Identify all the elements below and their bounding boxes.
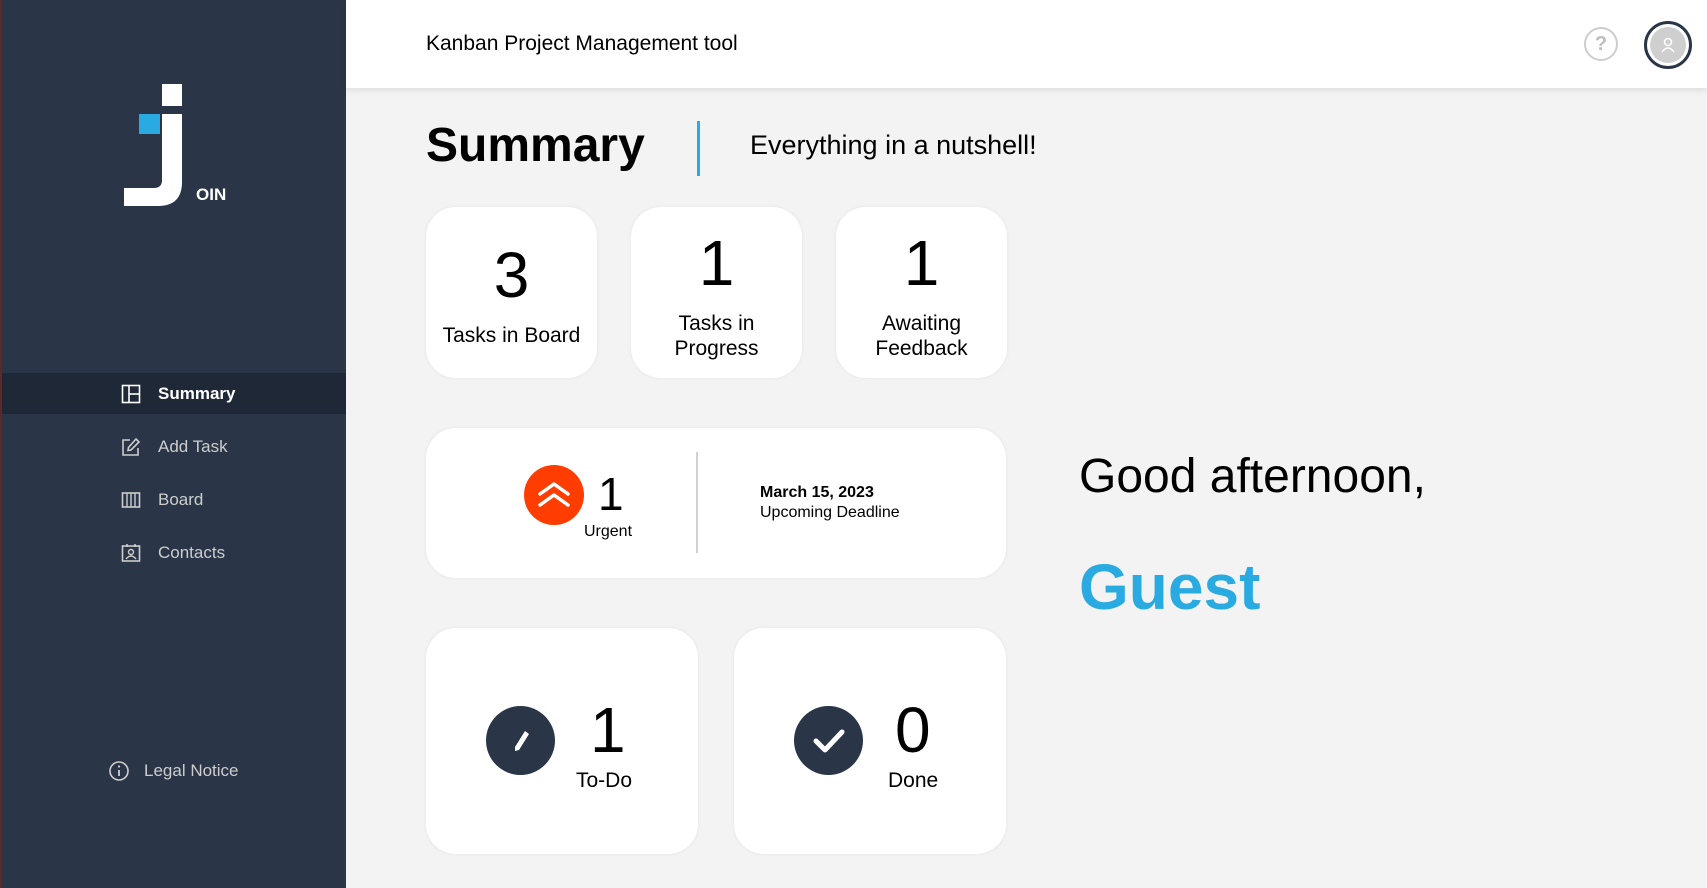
- urgent-label: Urgent: [584, 523, 633, 540]
- contacts-icon: [120, 542, 142, 564]
- sidebar-item-summary[interactable]: Summary: [2, 373, 346, 414]
- done-card[interactable]: 0 Done: [734, 628, 1006, 854]
- sidebar: OIN Summary Add Task Board Contacts Lega…: [0, 0, 346, 888]
- awaiting-feedback-count: 1: [903, 227, 940, 299]
- tasks-in-board-count: 3: [493, 239, 530, 311]
- edit-icon: [120, 436, 142, 458]
- top-header: Kanban Project Management tool ?: [346, 0, 1707, 88]
- info-icon: [108, 760, 130, 782]
- page-title: Summary: [426, 119, 645, 172]
- urgent-card[interactable]: 1 Urgent March 15, 2023 Upcoming Deadlin…: [426, 428, 1006, 578]
- board-icon: [120, 489, 142, 511]
- deadline-label: Upcoming Deadline: [760, 504, 900, 521]
- summary-icon: [120, 383, 142, 405]
- tasks-in-progress-label-1: Tasks in: [678, 312, 755, 335]
- sidebar-item-contacts[interactable]: Contacts: [2, 532, 346, 573]
- join-logo[interactable]: OIN: [124, 82, 234, 208]
- pencil-icon: [486, 706, 555, 775]
- tasks-in-board-card[interactable]: 3 Tasks in Board: [426, 207, 597, 378]
- user-icon: [1650, 27, 1686, 63]
- todo-count: 1: [590, 694, 626, 766]
- user-avatar[interactable]: [1644, 21, 1692, 69]
- urgent-divider: [696, 452, 698, 553]
- logo-letters: OIN: [196, 185, 227, 204]
- legal-notice-link[interactable]: Legal Notice: [108, 760, 239, 782]
- tasks-in-progress-label-2: Progress: [674, 337, 759, 360]
- awaiting-feedback-label-2: Feedback: [875, 337, 968, 360]
- legal-notice-label: Legal Notice: [144, 761, 239, 780]
- tasks-in-board-label: Tasks in Board: [442, 324, 581, 347]
- header-title: Kanban Project Management tool: [426, 32, 738, 55]
- urgent-arrows-icon: [524, 465, 584, 525]
- sidebar-item-label: Contacts: [158, 542, 226, 562]
- awaiting-feedback-label-1: Awaiting: [882, 312, 961, 335]
- done-label: Done: [888, 769, 939, 792]
- urgent-count: 1: [598, 468, 624, 520]
- help-icon[interactable]: ?: [1584, 27, 1618, 61]
- tasks-in-progress-card[interactable]: 1 Tasks in Progress: [631, 207, 802, 378]
- done-count: 0: [895, 694, 931, 766]
- tasks-in-progress-count: 1: [698, 227, 735, 299]
- check-icon: [794, 706, 863, 775]
- sidebar-item-board[interactable]: Board: [2, 479, 346, 520]
- sidebar-item-add-task[interactable]: Add Task: [2, 426, 346, 467]
- page-subtitle: Everything in a nutshell!: [750, 130, 1037, 160]
- sidebar-item-label: Board: [158, 489, 204, 509]
- title-divider: [697, 121, 700, 176]
- sidebar-item-label: Summary: [158, 383, 236, 403]
- deadline-date: March 15, 2023: [760, 484, 874, 501]
- greeting-text: Good afternoon,: [1079, 450, 1426, 503]
- todo-label: To-Do: [576, 769, 633, 792]
- greeting-name: Guest: [1079, 551, 1261, 623]
- todo-card[interactable]: 1 To-Do: [426, 628, 698, 854]
- sidebar-item-label: Add Task: [158, 436, 228, 456]
- awaiting-feedback-card[interactable]: 1 Awaiting Feedback: [836, 207, 1007, 378]
- sidebar-nav: Summary Add Task Board Contacts: [2, 373, 346, 585]
